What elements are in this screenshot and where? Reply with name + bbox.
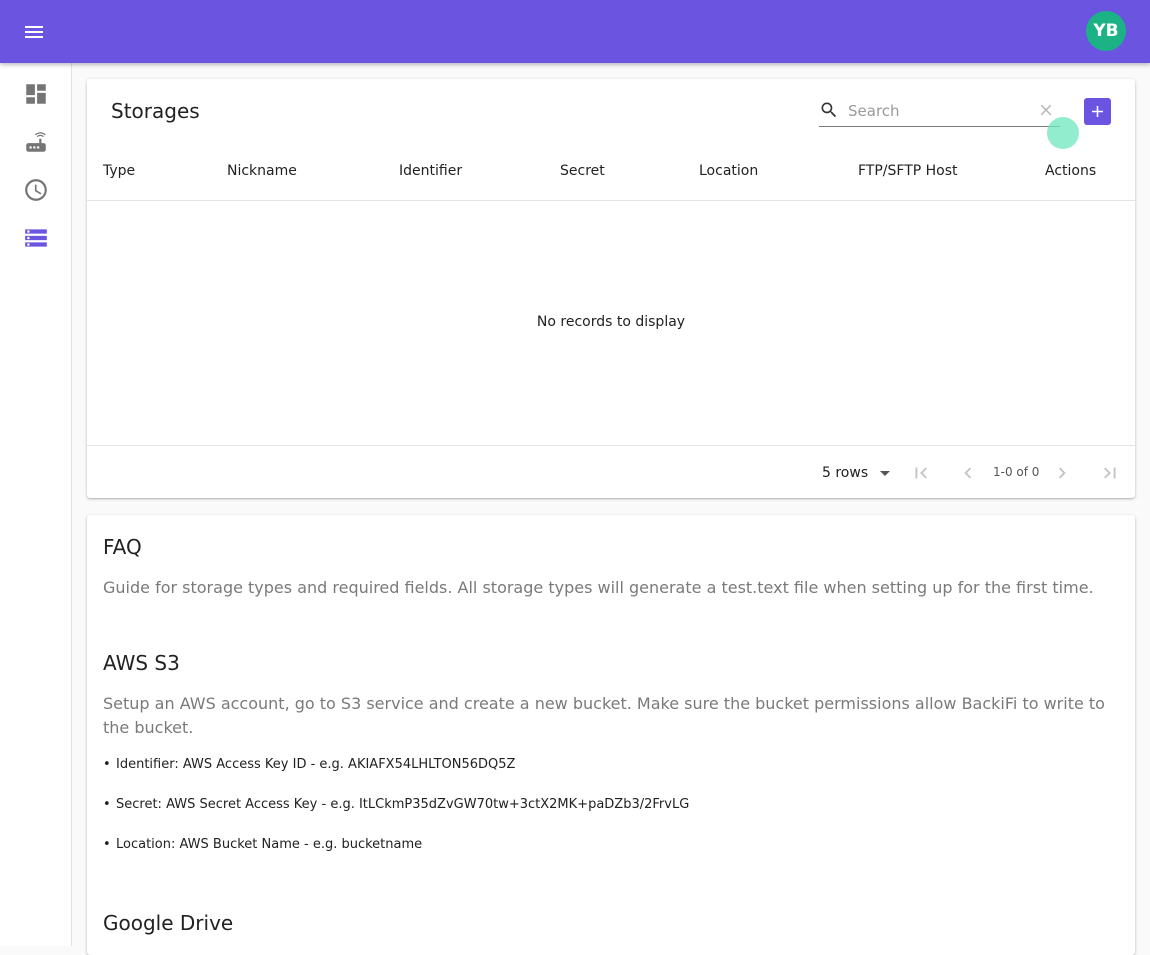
user-avatar[interactable]: YB xyxy=(1086,11,1126,51)
first-page-button[interactable] xyxy=(910,462,932,484)
faq-intro: Guide for storage types and required fie… xyxy=(103,578,1094,597)
sidebar-item-devices[interactable] xyxy=(23,129,49,155)
bullet-identifier: Identifier: AWS Access Key ID - e.g. AKI… xyxy=(116,757,516,772)
page-title: Storages xyxy=(111,99,200,123)
column-header-actions: Actions xyxy=(1045,163,1097,179)
header-divider xyxy=(87,200,1135,201)
add-storage-button[interactable] xyxy=(1084,98,1111,125)
clock-icon xyxy=(25,179,47,201)
chevron-left-icon xyxy=(964,467,972,479)
menu-icon[interactable] xyxy=(22,20,46,44)
first-page-icon xyxy=(915,467,927,479)
column-header-ftp-host[interactable]: FTP/SFTP Host xyxy=(858,163,958,179)
rows-per-page-value: 5 rows xyxy=(822,465,869,481)
router-icon xyxy=(26,132,46,152)
rows-per-page-select[interactable]: 5 rows xyxy=(822,463,891,483)
clear-search-icon[interactable] xyxy=(1037,101,1055,119)
search-bar xyxy=(819,96,1060,127)
sidebar-nav xyxy=(0,63,72,946)
last-page-button[interactable] xyxy=(1099,462,1121,484)
dashboard-icon xyxy=(26,84,46,104)
sidebar-item-storages[interactable] xyxy=(23,225,49,251)
list-item: • Identifier: AWS Access Key ID - e.g. AK… xyxy=(103,757,516,772)
list-item: • Location: AWS Bucket Name - e.g. bucket… xyxy=(103,837,423,852)
list-item: • Secret: AWS Secret Access Key - e.g. It… xyxy=(103,797,690,812)
aws-s3-heading: AWS S3 xyxy=(103,651,180,675)
column-header-identifier[interactable]: Identifier xyxy=(399,163,462,179)
aws-s3-description: Setup an AWS account, go to S3 service a… xyxy=(103,694,1105,737)
previous-page-button[interactable] xyxy=(957,462,979,484)
last-page-icon xyxy=(1104,467,1116,479)
column-header-type[interactable]: Type xyxy=(103,163,135,179)
app-bar: YB xyxy=(0,0,1150,63)
pagination-range: 1-0 of 0 xyxy=(993,465,1040,479)
storages-table-card: Storages Type Nickname Identifier Secret… xyxy=(87,79,1135,498)
bullet-location: Location: AWS Bucket Name - e.g. bucketn… xyxy=(116,837,423,852)
chevron-right-icon xyxy=(1058,467,1066,479)
google-drive-heading: Google Drive xyxy=(103,911,234,935)
column-header-location[interactable]: Location xyxy=(699,163,758,179)
search-input[interactable] xyxy=(846,98,1020,124)
storage-icon xyxy=(25,229,47,247)
bullet-secret: Secret: AWS Secret Access Key - e.g. ItL… xyxy=(116,797,690,812)
sidebar-item-dashboard[interactable] xyxy=(23,81,49,107)
sidebar-item-history[interactable] xyxy=(23,177,49,203)
search-icon xyxy=(819,100,839,120)
faq-card: FAQ Guide for storage types and required… xyxy=(87,515,1135,955)
faq-title: FAQ xyxy=(103,535,142,559)
footer-divider xyxy=(87,445,1135,446)
next-page-button[interactable] xyxy=(1051,462,1073,484)
click-ripple xyxy=(1047,117,1079,149)
column-header-secret[interactable]: Secret xyxy=(560,163,605,179)
dropdown-arrow-icon xyxy=(880,470,891,476)
plus-icon xyxy=(1091,105,1104,118)
column-header-nickname[interactable]: Nickname xyxy=(227,163,297,179)
empty-state-message: No records to display xyxy=(536,314,686,330)
